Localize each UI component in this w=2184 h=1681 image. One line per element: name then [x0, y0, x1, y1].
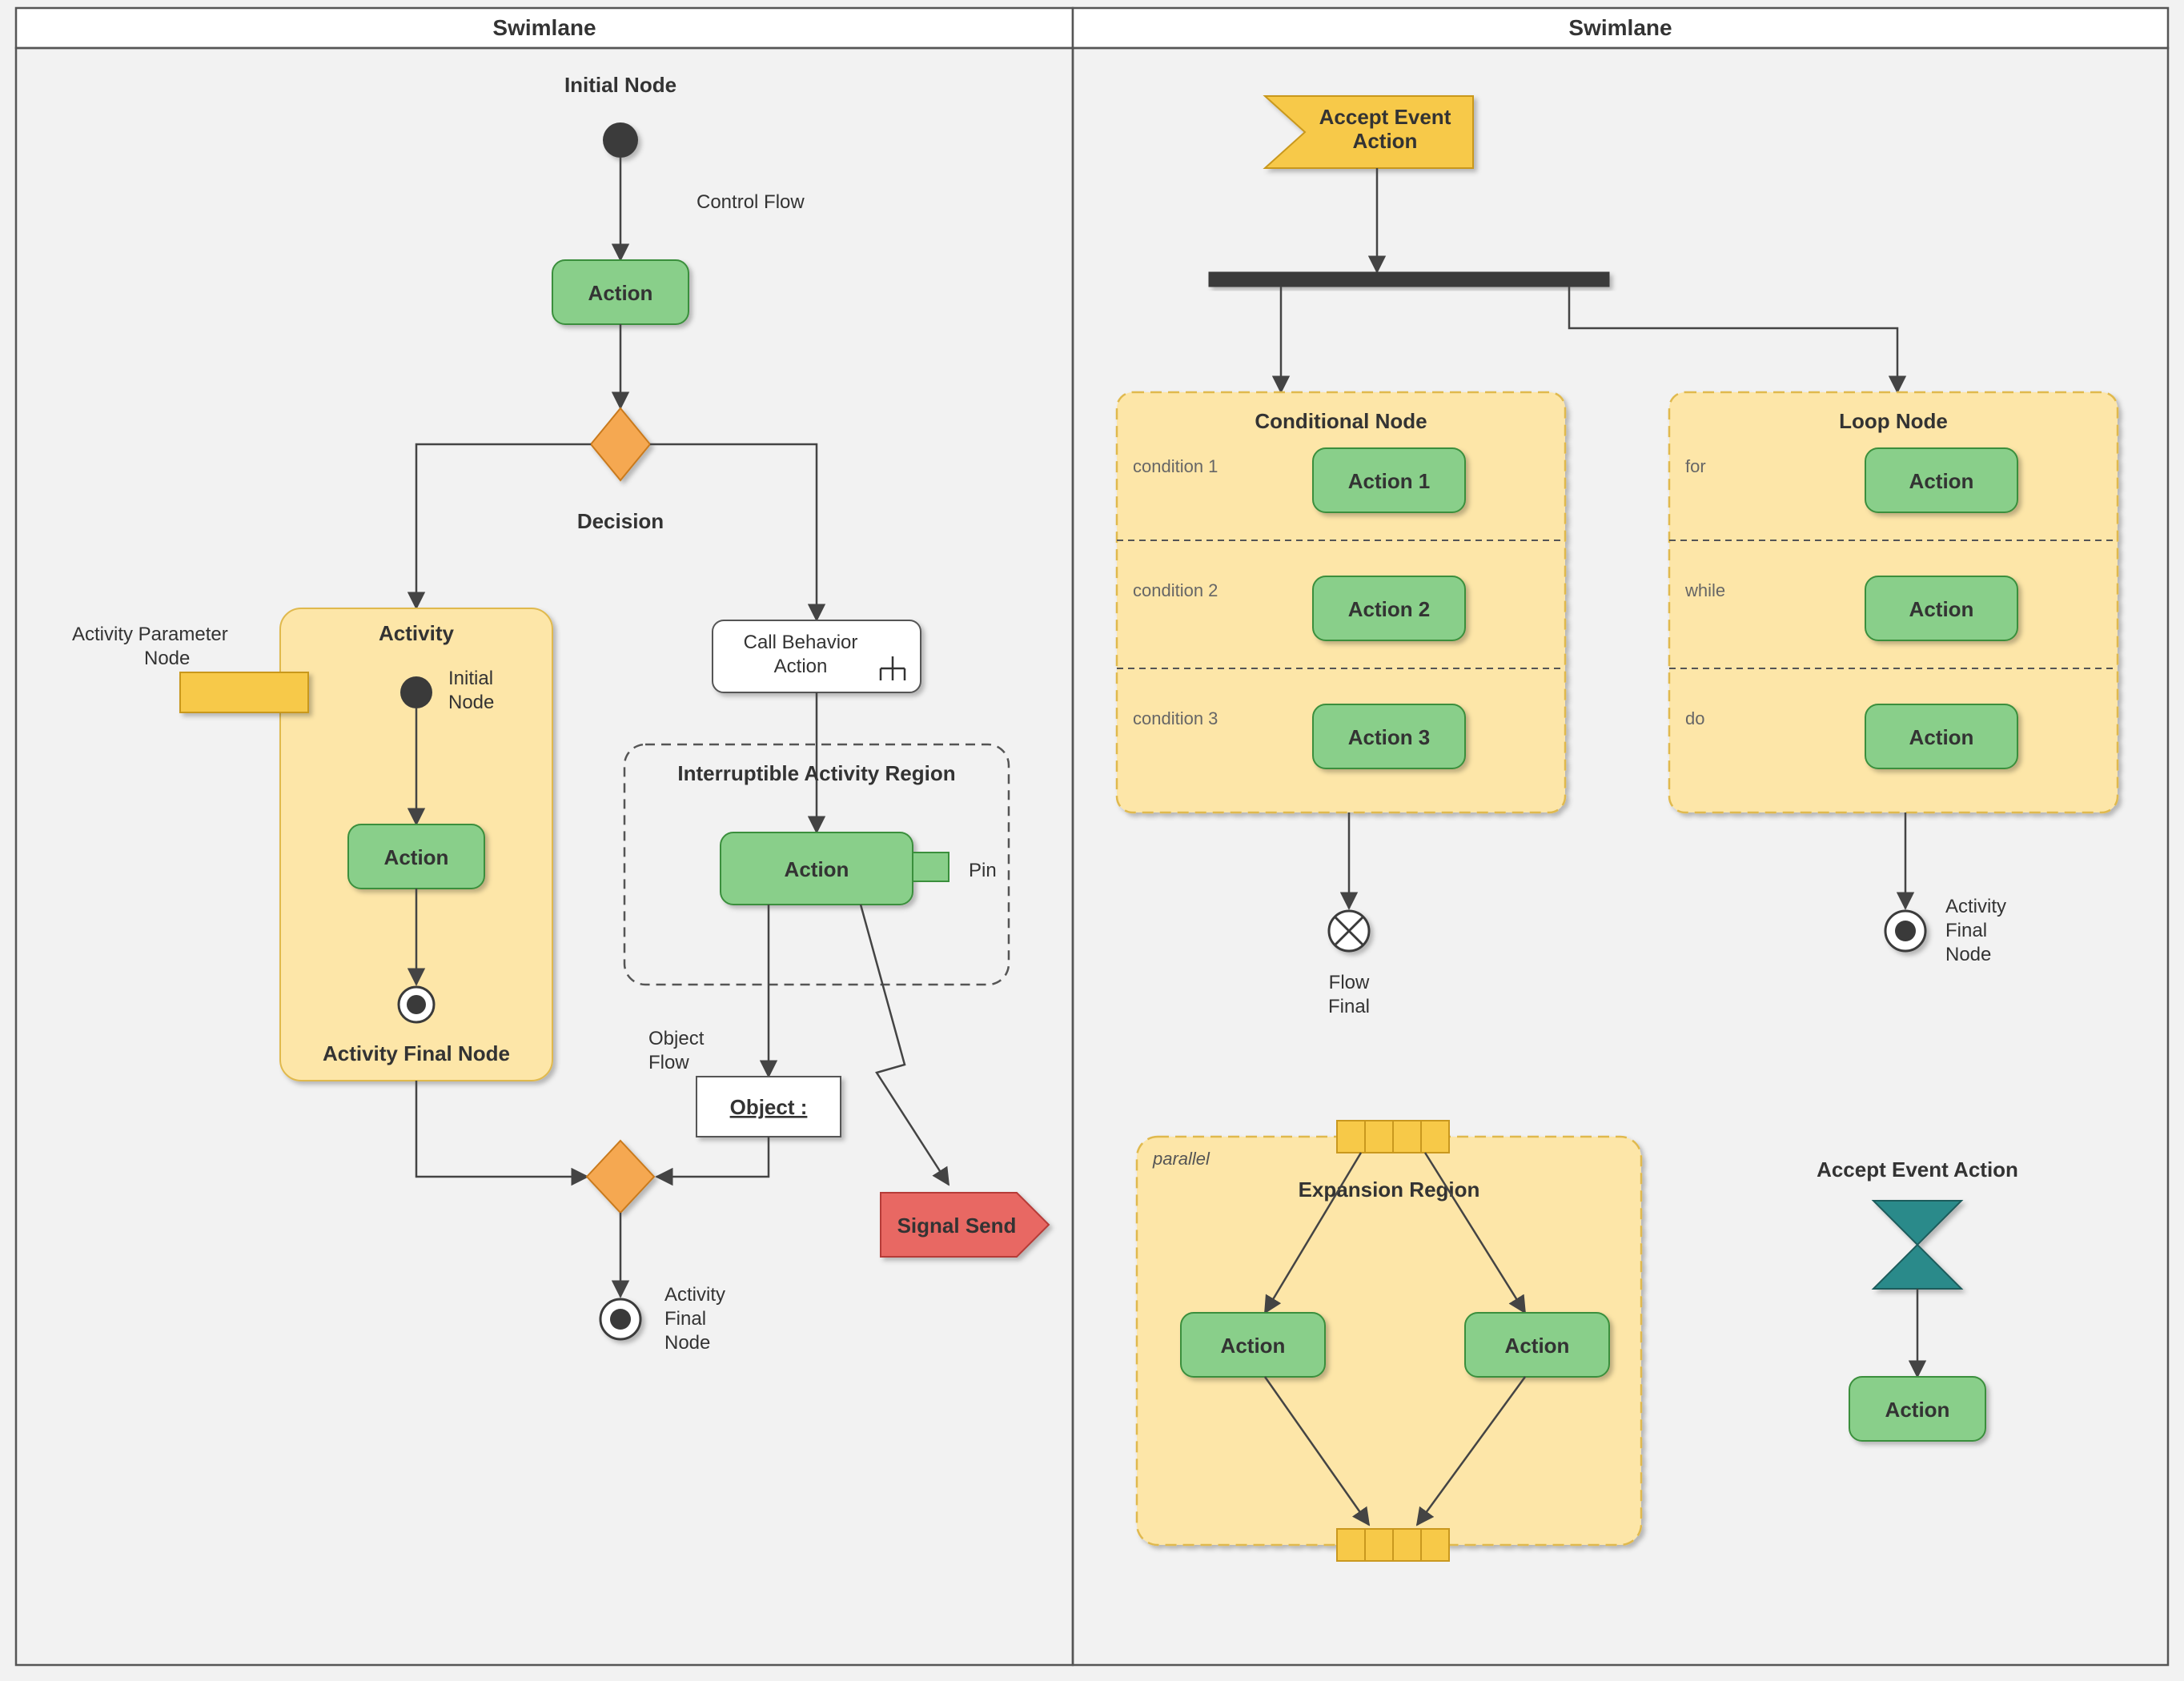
- loop-final-1: Activity: [1945, 896, 2006, 917]
- edge-interrupt-signal: [861, 905, 949, 1185]
- swimlane-right-title: Swimlane: [1568, 15, 1672, 40]
- cond-action-2-label: Action 2: [1348, 597, 1431, 621]
- object-flow-label-2: Flow: [648, 1052, 689, 1073]
- fork-bar[interactable]: [1209, 272, 1609, 287]
- expansion-pins-bottom: [1337, 1529, 1449, 1561]
- object-flow-label-1: Object: [648, 1028, 705, 1049]
- cond-action-3-label: Action 3: [1348, 725, 1431, 749]
- expansion-mode-label: parallel: [1152, 1149, 1210, 1169]
- time-event-icon[interactable]: [1873, 1201, 1961, 1289]
- cond1-label: condition 1: [1133, 456, 1218, 476]
- activity-container[interactable]: Activity Initial Node Action Activity Fi…: [280, 608, 552, 1081]
- expansion-action-right-label: Action: [1505, 1334, 1570, 1358]
- activity-action-label: Action: [384, 845, 449, 869]
- expansion-region[interactable]: parallel Expansion Region Action Action: [1137, 1121, 1641, 1561]
- loop-final-2: Final: [1945, 920, 1987, 941]
- edge-fork-loop: [1569, 287, 1897, 392]
- expansion-action-left-label: Action: [1221, 1334, 1286, 1358]
- edge-activity-merge: [416, 1081, 588, 1177]
- accept-event-label-2: Action: [1353, 129, 1418, 153]
- edge-decision-right: [650, 444, 817, 620]
- activity-parameter-label-1: Activity Parameter: [72, 624, 228, 645]
- activity-parameter-node[interactable]: [180, 672, 308, 712]
- conditional-title: Conditional Node: [1255, 409, 1427, 433]
- loop-node[interactable]: Loop Node for Action while Action do Act…: [1669, 392, 2118, 812]
- expansion-pins-top: [1337, 1121, 1449, 1153]
- accept-event2-label: Accept Event Action: [1817, 1157, 2018, 1182]
- pin-label: Pin: [969, 860, 997, 881]
- loop-action-while-label: Action: [1909, 597, 1974, 621]
- activity-final-inner-left: [610, 1309, 631, 1330]
- conditional-node[interactable]: Conditional Node condition 1 Action 1 co…: [1117, 392, 1565, 812]
- loop-action-for-label: Action: [1909, 469, 1974, 493]
- activity-final-right-inner: [1895, 921, 1916, 941]
- activity-title: Activity: [379, 621, 454, 645]
- loop-for-label: for: [1685, 456, 1706, 476]
- initial-node[interactable]: [603, 122, 638, 158]
- edge-object-merge: [656, 1137, 769, 1177]
- edge-decision-left: [416, 444, 591, 608]
- loop-title: Loop Node: [1839, 409, 1948, 433]
- interruptible-region-label: Interruptible Activity Region: [677, 761, 955, 785]
- loop-do-label: do: [1685, 708, 1704, 728]
- initial-node-label: Initial Node: [564, 73, 676, 97]
- bottom-final-3: Node: [664, 1332, 710, 1354]
- flow-final-label-2: Final: [1328, 996, 1370, 1017]
- control-flow-label: Control Flow: [697, 191, 805, 213]
- decision-node[interactable]: [591, 408, 650, 480]
- loop-while-label: while: [1684, 580, 1725, 600]
- loop-action-do-label: Action: [1909, 725, 1974, 749]
- bottom-final-2: Final: [664, 1308, 706, 1330]
- cond3-label: condition 3: [1133, 708, 1218, 728]
- swimlane-left-title: Swimlane: [492, 15, 596, 40]
- action-top-label: Action: [588, 281, 653, 305]
- time-action-label: Action: [1885, 1398, 1950, 1422]
- accept-event-label-1: Accept Event: [1319, 105, 1451, 129]
- cond2-label: condition 2: [1133, 580, 1218, 600]
- activity-final-inner: [407, 995, 426, 1014]
- activity-final-label: Activity Final Node: [323, 1041, 510, 1065]
- activity-initial-node[interactable]: [400, 676, 432, 708]
- loop-final-3: Node: [1945, 944, 1991, 965]
- decision-label: Decision: [577, 509, 664, 533]
- pin[interactable]: [913, 853, 949, 881]
- call-behavior-label-1: Call Behavior: [744, 632, 858, 653]
- activity-initial-label-1: Initial: [448, 668, 493, 689]
- region-action-label: Action: [785, 857, 849, 881]
- activity-parameter-label-2: Node: [144, 648, 190, 669]
- signal-send-label: Signal Send: [897, 1214, 1017, 1238]
- cond-action-1-label: Action 1: [1348, 469, 1431, 493]
- activity-initial-label-2: Node: [448, 692, 494, 713]
- flow-final-label-1: Flow: [1329, 972, 1370, 993]
- merge-node[interactable]: [587, 1141, 654, 1213]
- call-behavior-label-2: Action: [774, 656, 828, 677]
- bottom-final-1: Activity: [664, 1284, 725, 1306]
- object-label: Object :: [730, 1095, 808, 1119]
